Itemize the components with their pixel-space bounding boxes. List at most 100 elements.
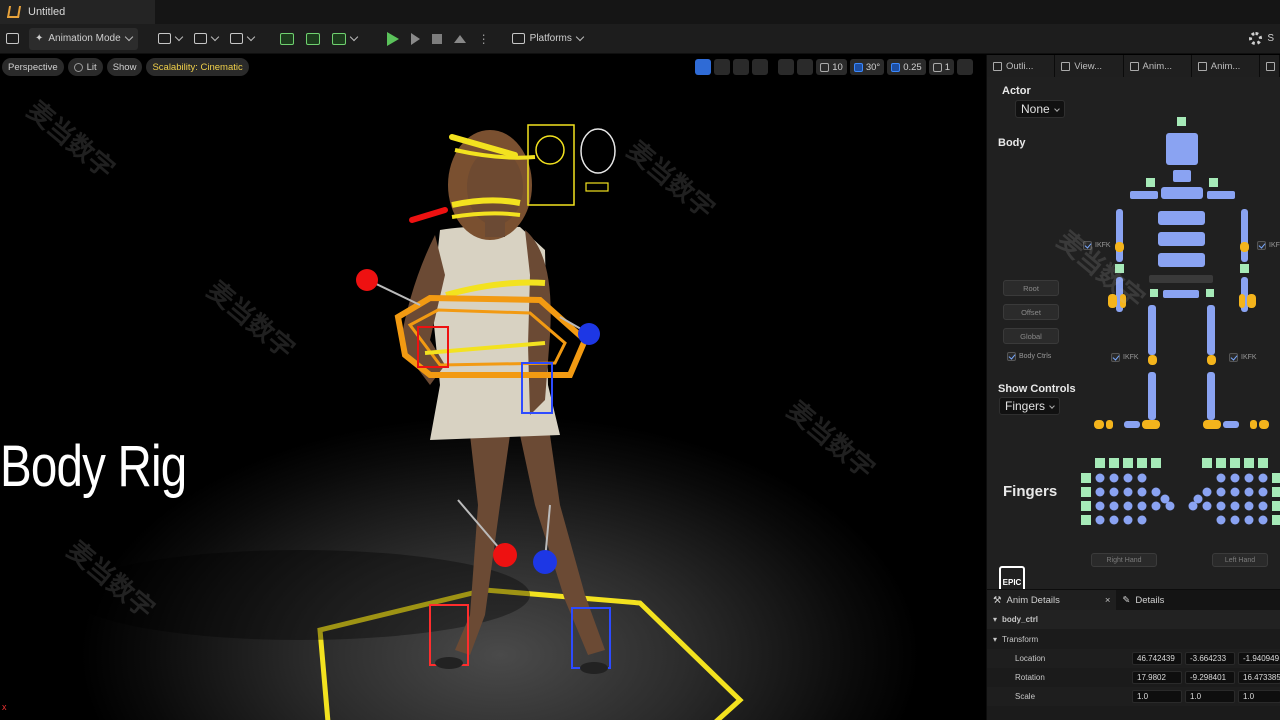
select-tool-icon[interactable] [695, 59, 712, 75]
checkbox-icon [1257, 241, 1266, 250]
scale-z-field[interactable]: 1.0 [1238, 690, 1280, 703]
chevron-down-icon [174, 32, 183, 42]
chevron-down-icon [575, 32, 585, 42]
location-y-field[interactable]: -3.664233 [1185, 652, 1235, 665]
perspective-button[interactable]: Perspective [2, 58, 64, 76]
play-options-button[interactable]: ⋮ [472, 28, 496, 50]
settings-label: S [1267, 33, 1274, 44]
content-browser-button[interactable] [0, 28, 25, 50]
right-shoe [580, 662, 608, 674]
left-arm-ikfk-toggle[interactable]: IKFK [1083, 241, 1111, 250]
grid-snap-button[interactable]: 10 [816, 59, 847, 75]
left-shin-picker [1148, 372, 1156, 420]
mode-paint-button[interactable] [326, 28, 363, 50]
right-leg-ikfk-toggle[interactable]: IKFK [1229, 353, 1257, 362]
step-button[interactable] [405, 28, 426, 50]
right-elbow-ik-picker [1240, 242, 1249, 252]
mode-select-button[interactable] [274, 28, 300, 50]
mode-selector[interactable]: ✦ Animation Mode [29, 27, 138, 50]
left-knee-pole [493, 543, 517, 567]
rotation-y-field[interactable]: -9.298401 [1185, 671, 1235, 684]
camera-speed-value: 1 [944, 61, 950, 73]
eject-button[interactable] [448, 28, 472, 50]
left-heel-picker [1142, 420, 1160, 429]
shoulder-fk-control [409, 207, 448, 223]
blueprint-button[interactable] [188, 28, 224, 50]
control-rig-picker: Actor None Body Root Offset Global Body … [987, 77, 1280, 604]
chevron-down-icon [210, 32, 219, 42]
right-hip-picker [1206, 289, 1214, 297]
left-hand-button[interactable]: Left Hand [1212, 553, 1268, 567]
scale-y-field[interactable]: 1.0 [1185, 690, 1235, 703]
mode-label: Animation Mode [48, 33, 121, 44]
scalability-indicator[interactable]: Scalability: Cinematic [146, 58, 249, 76]
document-tab[interactable]: Untitled [0, 0, 155, 24]
perspective-label: Perspective [8, 61, 58, 73]
scale-snap-button[interactable]: 0.25 [887, 59, 926, 75]
right-knee-pole [533, 550, 557, 574]
title-bar: Untitled [0, 0, 1280, 24]
right-hand-button[interactable]: Right Hand [1091, 553, 1157, 567]
left-leg-ikfk-toggle[interactable]: IKFK [1111, 353, 1139, 362]
location-x-field[interactable]: 46.742439 [1132, 652, 1182, 665]
object-row[interactable]: ▾ body_ctrl [987, 610, 1280, 629]
document-tab-label: Untitled [28, 6, 66, 18]
right-shin-picker [1207, 372, 1215, 420]
left-wrist-fk-picker [1115, 264, 1124, 273]
add-actor-button[interactable] [152, 28, 188, 50]
tab-overflow[interactable] [1260, 55, 1280, 77]
tab-view[interactable]: View... [1055, 55, 1124, 77]
rotation-x-field[interactable]: 17.9802 [1132, 671, 1182, 684]
show-button[interactable]: Show [106, 58, 143, 76]
maximize-viewport-icon[interactable] [957, 59, 973, 75]
clapper-icon [229, 33, 243, 44]
rotate-tool-icon[interactable] [733, 59, 750, 75]
panel-tabs: Outli... View... Anim... Anim... [987, 55, 1280, 77]
wrench-icon: ⚒ [993, 594, 1002, 606]
neck-picker [1173, 170, 1191, 182]
world-space-icon[interactable] [778, 59, 795, 75]
rotation-snap-button[interactable]: 30° [849, 59, 885, 75]
chest-picker [1161, 187, 1203, 199]
tab-details[interactable]: ✎ Details [1116, 590, 1170, 610]
section-label: Transform [1002, 635, 1039, 644]
mode-anim-button[interactable] [300, 28, 326, 50]
rotation-z-field[interactable]: 16.473385 [1238, 671, 1280, 684]
close-tab-icon[interactable]: × [1105, 595, 1111, 606]
left-hand-ik-picker [1108, 294, 1117, 308]
tab-label: Anim Details [1006, 594, 1060, 606]
level-viewport[interactable]: Perspective Lit Show Scalability: Cinema… [0, 55, 985, 720]
tab-label: Anim... [1210, 60, 1241, 72]
left-hand-ik-2-picker [1120, 294, 1126, 308]
play-icon [386, 31, 399, 46]
transform-section[interactable]: ▾ Transform [987, 630, 1280, 649]
tab-anim-details[interactable]: ⚒ Anim Details × [987, 590, 1117, 610]
tab-outliner[interactable]: Outli... [987, 55, 1056, 77]
tab-anim-1[interactable]: Anim... [1123, 55, 1192, 77]
paint-mode-icon [331, 32, 346, 45]
left-ball-picker [1106, 420, 1113, 429]
unreal-level-icon [6, 6, 22, 18]
running-man-icon [1129, 61, 1139, 71]
settings-button[interactable]: S [1243, 28, 1280, 50]
lit-button[interactable]: Lit [67, 58, 103, 76]
camera-speed-button[interactable]: 1 [928, 59, 954, 75]
ikfk-label: IKFK [1123, 354, 1139, 361]
overlay-title: Body Rig [0, 434, 187, 499]
location-z-field[interactable]: -1.940949 [1238, 652, 1280, 665]
details-panel: ⚒ Anim Details × ✎ Details ▾ body_ctrl ▾ T… [987, 589, 1280, 720]
platforms-button[interactable]: Platforms [506, 28, 589, 50]
tab-anim-2[interactable]: Anim... [1191, 55, 1260, 77]
scale-x-field[interactable]: 1.0 [1132, 690, 1182, 703]
head-ik-picker [1177, 117, 1186, 126]
stop-button[interactable] [426, 28, 448, 50]
rotation-snap-value: 30° [865, 61, 881, 73]
cinematics-button[interactable] [224, 28, 260, 50]
move-tool-icon[interactable] [714, 59, 731, 75]
surface-snap-icon[interactable] [797, 59, 814, 75]
tab-label: View... [1074, 60, 1103, 72]
right-arm-ikfk-toggle[interactable]: IKFK [1257, 241, 1280, 250]
running-man-icon: ✦ [35, 33, 44, 44]
play-button[interactable] [381, 28, 405, 50]
scale-tool-icon[interactable] [752, 59, 769, 75]
